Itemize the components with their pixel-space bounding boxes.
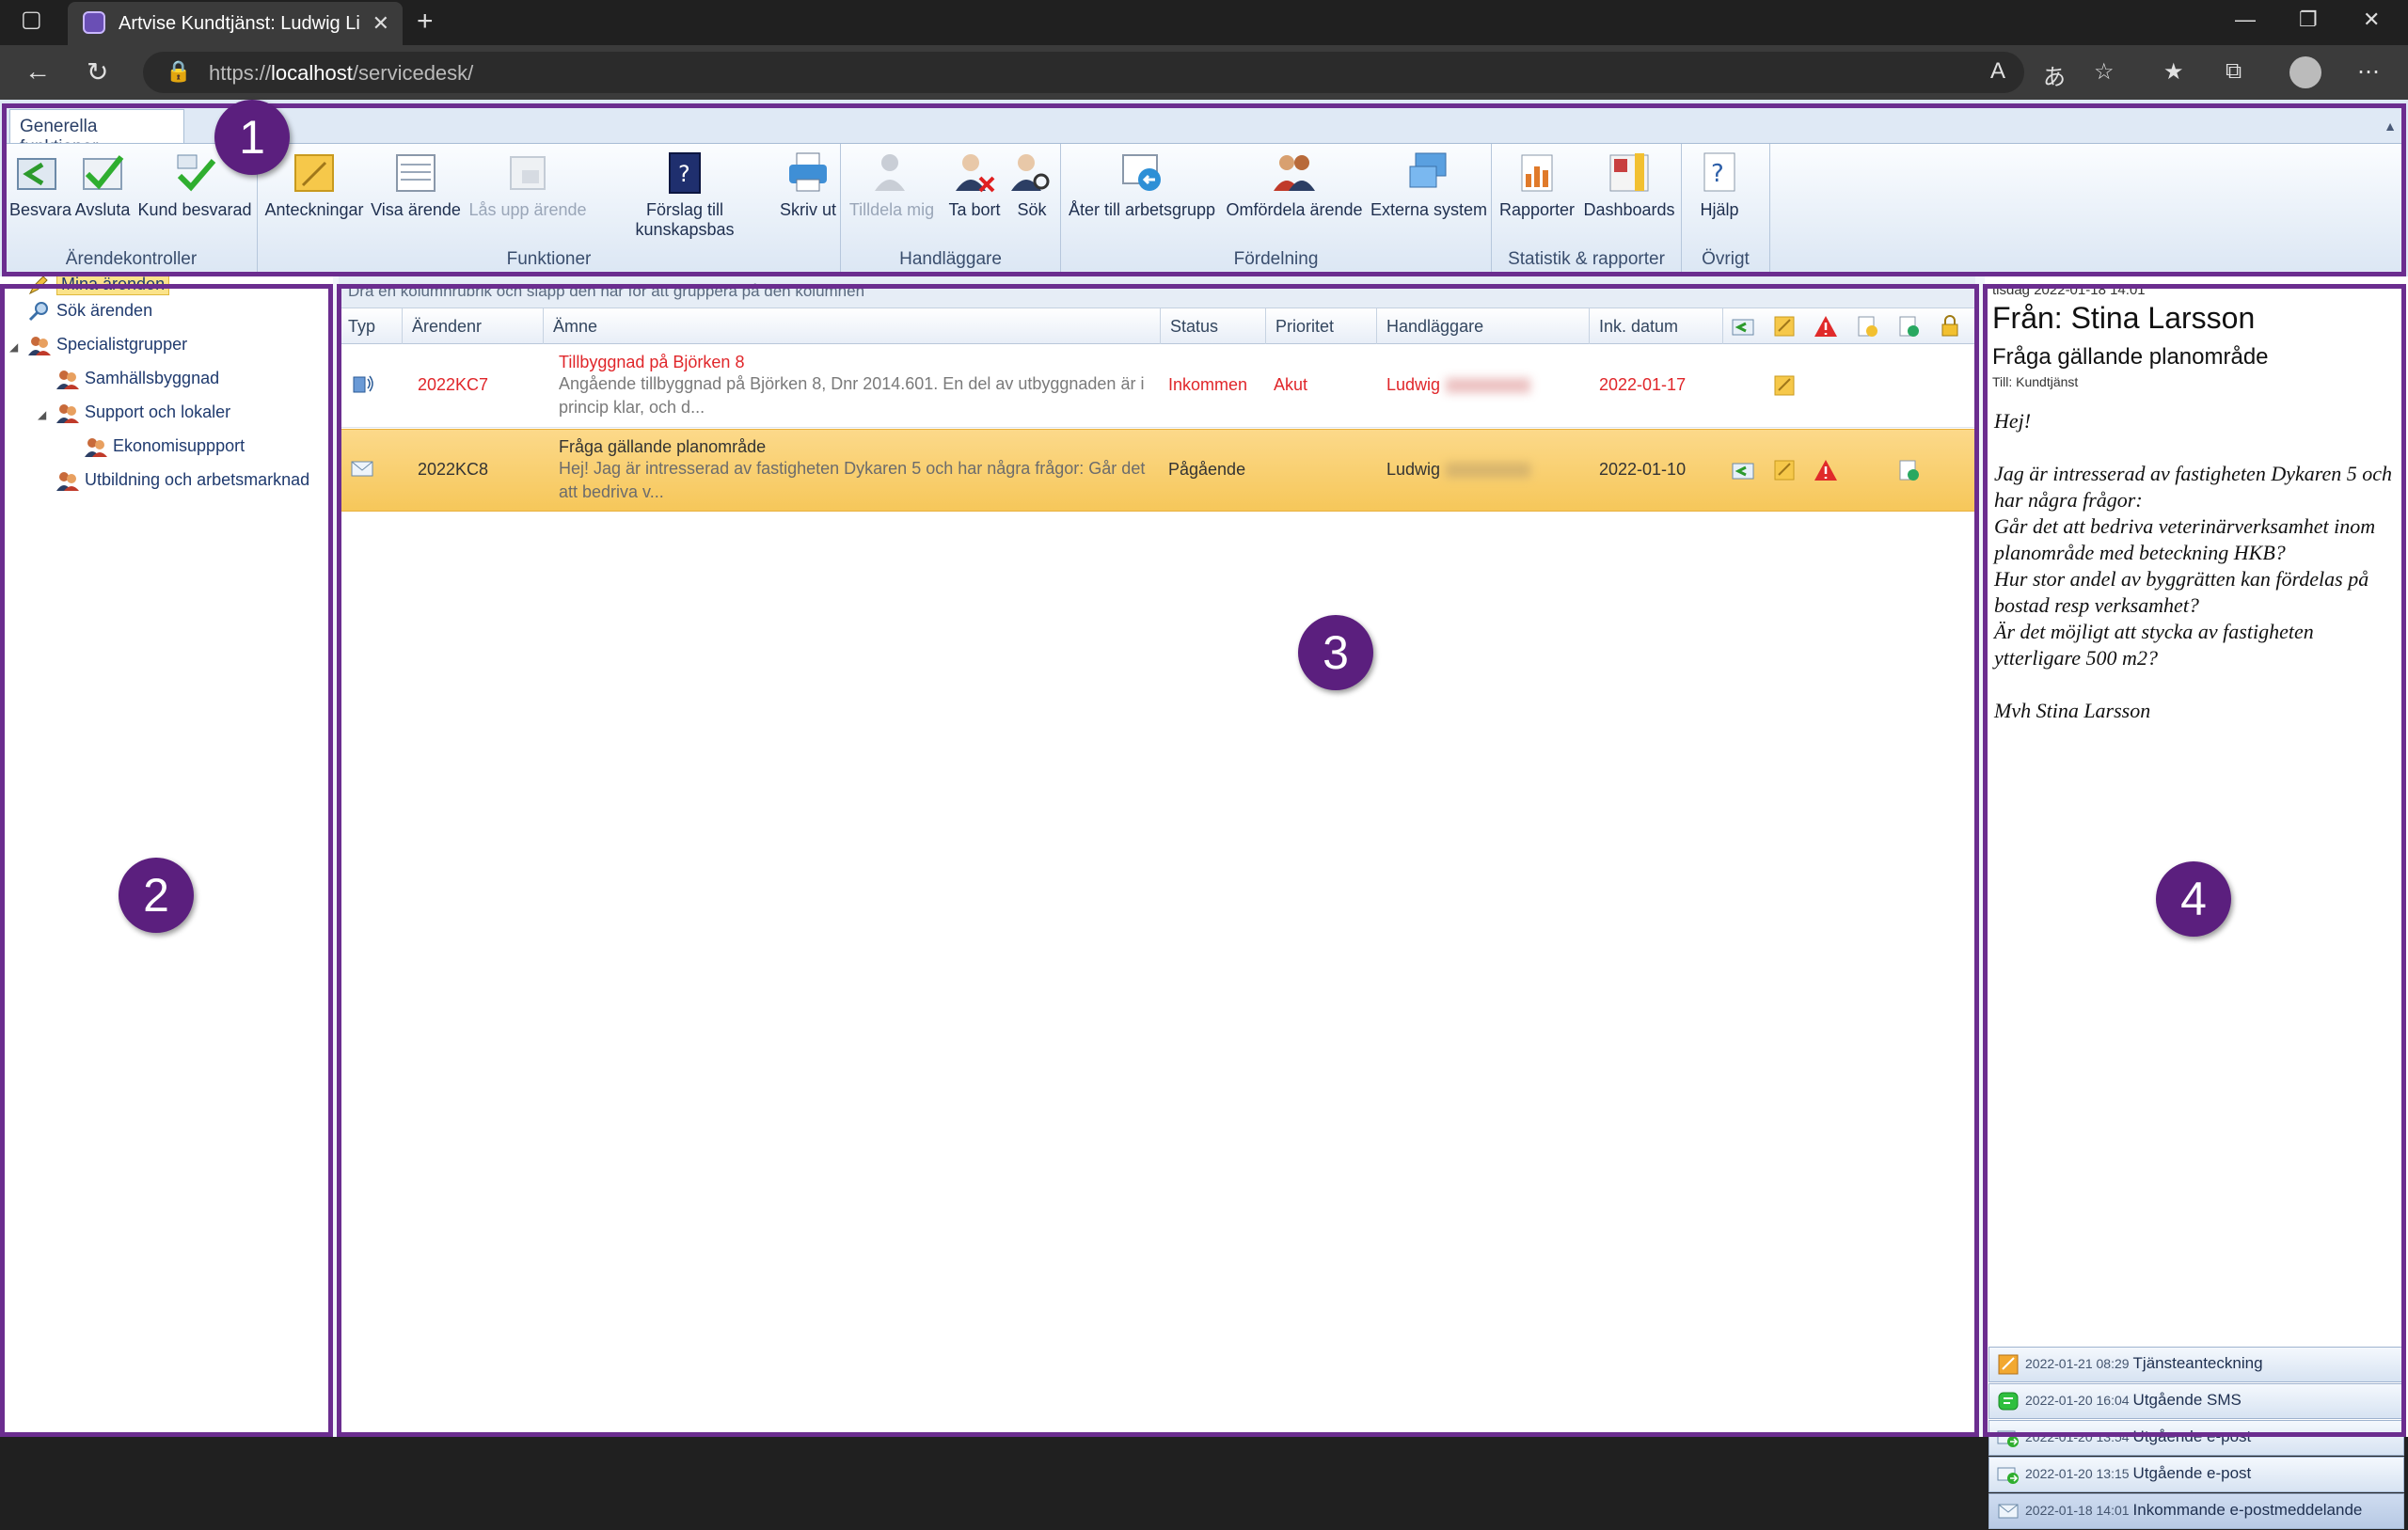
region-frame-grid (337, 284, 1979, 1437)
tab-actions-icon[interactable]: ▢ (21, 6, 42, 33)
read-aloud-icon[interactable]: A (1990, 58, 2005, 85)
browser-tab[interactable]: Artvise Kundtjänst: Ludwig Lindm ✕ (68, 2, 403, 45)
tab-title: Artvise Kundtjänst: Ludwig Lindm (119, 13, 359, 34)
minimize-icon[interactable]: — (2235, 8, 2256, 32)
browser-nav-bar: ← ↻ 🔒 https://localhost/servicedesk/ A あ… (0, 45, 2408, 100)
marker-2: 2 (119, 858, 194, 933)
marker-3: 3 (1298, 615, 1373, 690)
address-bar[interactable]: 🔒 https://localhost/servicedesk/ (143, 52, 2024, 93)
history-item[interactable]: 2022-01-20 13:15 Utgående e-post (1988, 1457, 2404, 1492)
site-favicon-icon (83, 11, 105, 34)
app-area: Generella funktioner ▲ Besvara Avsluta K… (0, 100, 2408, 1529)
add-favorite-icon[interactable]: ☆ (2094, 58, 2115, 86)
tab-close-icon[interactable]: ✕ (372, 11, 389, 36)
translate-icon[interactable]: あ (2043, 58, 2066, 91)
collections-icon[interactable]: ⧉ (2226, 58, 2242, 85)
back-icon[interactable]: ← (24, 56, 51, 87)
maximize-icon[interactable]: ❐ (2299, 8, 2318, 32)
profile-avatar[interactable] (2289, 56, 2321, 88)
favorites-icon[interactable]: ★ (2163, 58, 2184, 86)
marker-1: 1 (214, 100, 290, 175)
incoming-mail-icon (1998, 1504, 2019, 1519)
reload-icon[interactable]: ↻ (87, 56, 108, 87)
lock-icon: 🔒 (166, 59, 192, 83)
more-icon[interactable]: ⋯ (2357, 58, 2380, 86)
outgoing-mail-icon (1997, 1467, 2019, 1484)
region-frame-preview (1983, 284, 2406, 1437)
url-text: https://localhost/servicedesk/ (209, 61, 474, 85)
history-item-selected[interactable]: 2022-01-18 14:01 Inkommande e-postmeddela… (1988, 1493, 2404, 1529)
window-close-icon[interactable]: ✕ (2363, 8, 2380, 32)
region-frame-ribbon (2, 103, 2406, 276)
new-tab-icon[interactable]: + (417, 6, 434, 38)
browser-tab-bar: ▢ Artvise Kundtjänst: Ludwig Lindm ✕ + —… (0, 0, 2408, 45)
marker-4: 4 (2156, 861, 2231, 937)
